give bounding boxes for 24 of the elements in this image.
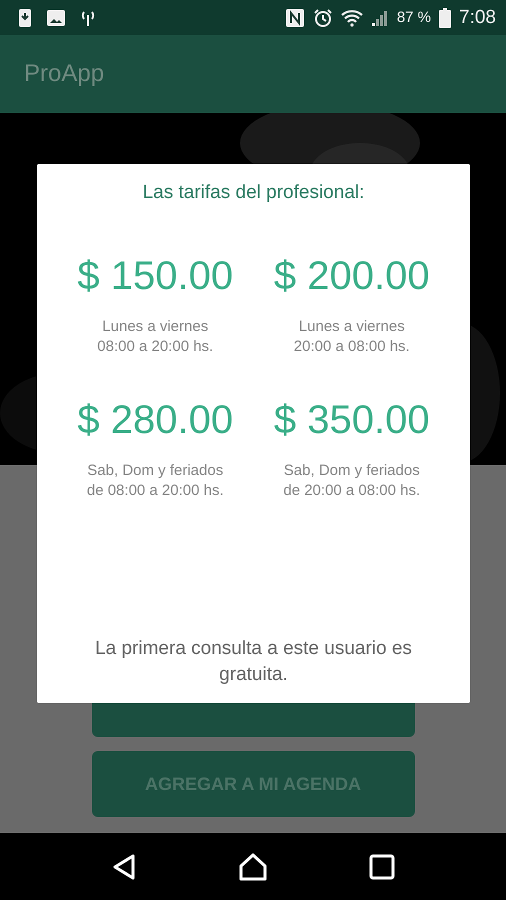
home-icon[interactable]	[238, 852, 268, 882]
recents-icon[interactable]	[369, 854, 396, 880]
nfc-icon	[284, 8, 305, 28]
phone-download-icon	[18, 8, 32, 28]
rate-price: $ 150.00	[77, 254, 234, 299]
wifi-icon	[340, 8, 363, 26]
free-consultation-note: La primera consulta a este usuario es gratuita.	[94, 636, 413, 688]
battery-icon	[439, 8, 452, 28]
alarm-icon	[312, 8, 333, 28]
dialog-title: Las tarifas del profesional:	[142, 182, 364, 204]
rate-price: $ 350.00	[274, 398, 430, 443]
app-title: ProApp	[24, 60, 104, 88]
rate-schedule: Sab, Dom y feriados de 20:00 a 08:00 hs.	[283, 461, 420, 500]
signal-icon	[370, 8, 389, 26]
rate-price: $ 200.00	[274, 254, 430, 299]
back-icon[interactable]	[110, 852, 137, 880]
rate-schedule: Sab, Dom y feriados de 08:00 a 20:00 hs.	[86, 461, 224, 500]
battery-percent: 87 %	[396, 9, 432, 26]
clock-time: 7:08	[459, 6, 496, 28]
antenna-icon	[80, 8, 96, 26]
rate-price: $ 280.00	[77, 398, 234, 443]
rate-schedule: Lunes a viernes 08:00 a 20:00 hs.	[97, 317, 214, 356]
image-icon	[46, 8, 66, 26]
rate-schedule: Lunes a viernes 20:00 a 08:00 hs.	[294, 317, 410, 356]
